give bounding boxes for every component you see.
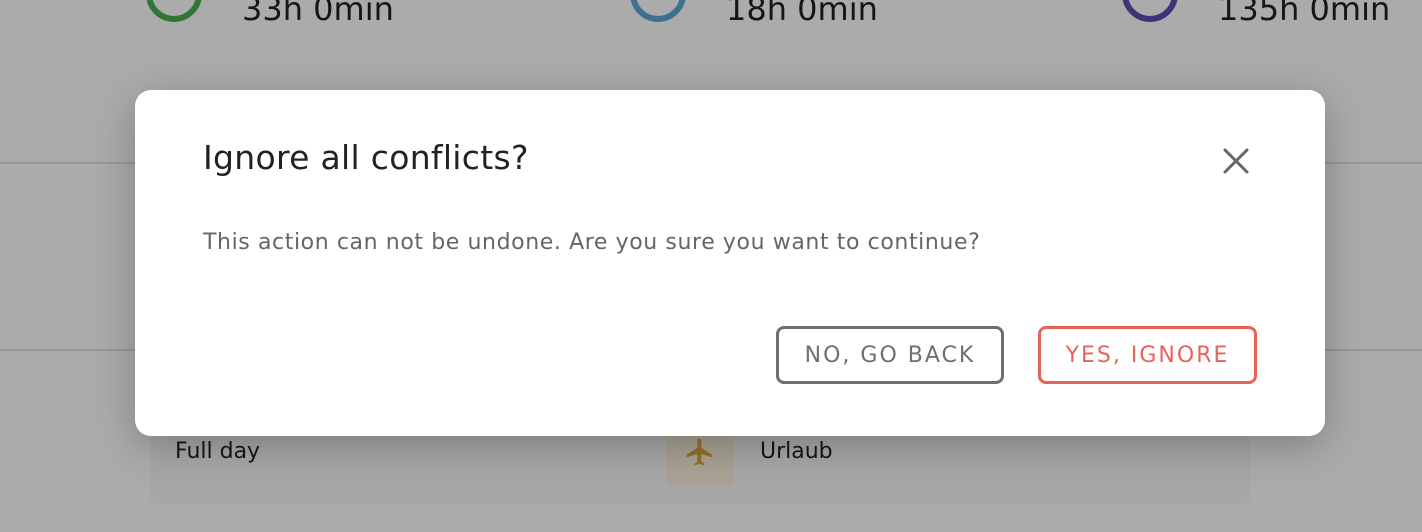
confirm-dialog: Ignore all conflicts? This action can no…	[135, 90, 1325, 436]
dialog-message: This action can not be undone. Are you s…	[203, 230, 981, 255]
go-back-button[interactable]: NO, GO BACK	[776, 326, 1004, 384]
close-icon	[1223, 148, 1249, 174]
close-button[interactable]	[1217, 142, 1255, 180]
page: 33h 0min 18h 0min 135h 0min Full day Url…	[0, 0, 1422, 532]
confirm-ignore-button[interactable]: YES, IGNORE	[1038, 326, 1257, 384]
dialog-title: Ignore all conflicts?	[203, 138, 529, 177]
